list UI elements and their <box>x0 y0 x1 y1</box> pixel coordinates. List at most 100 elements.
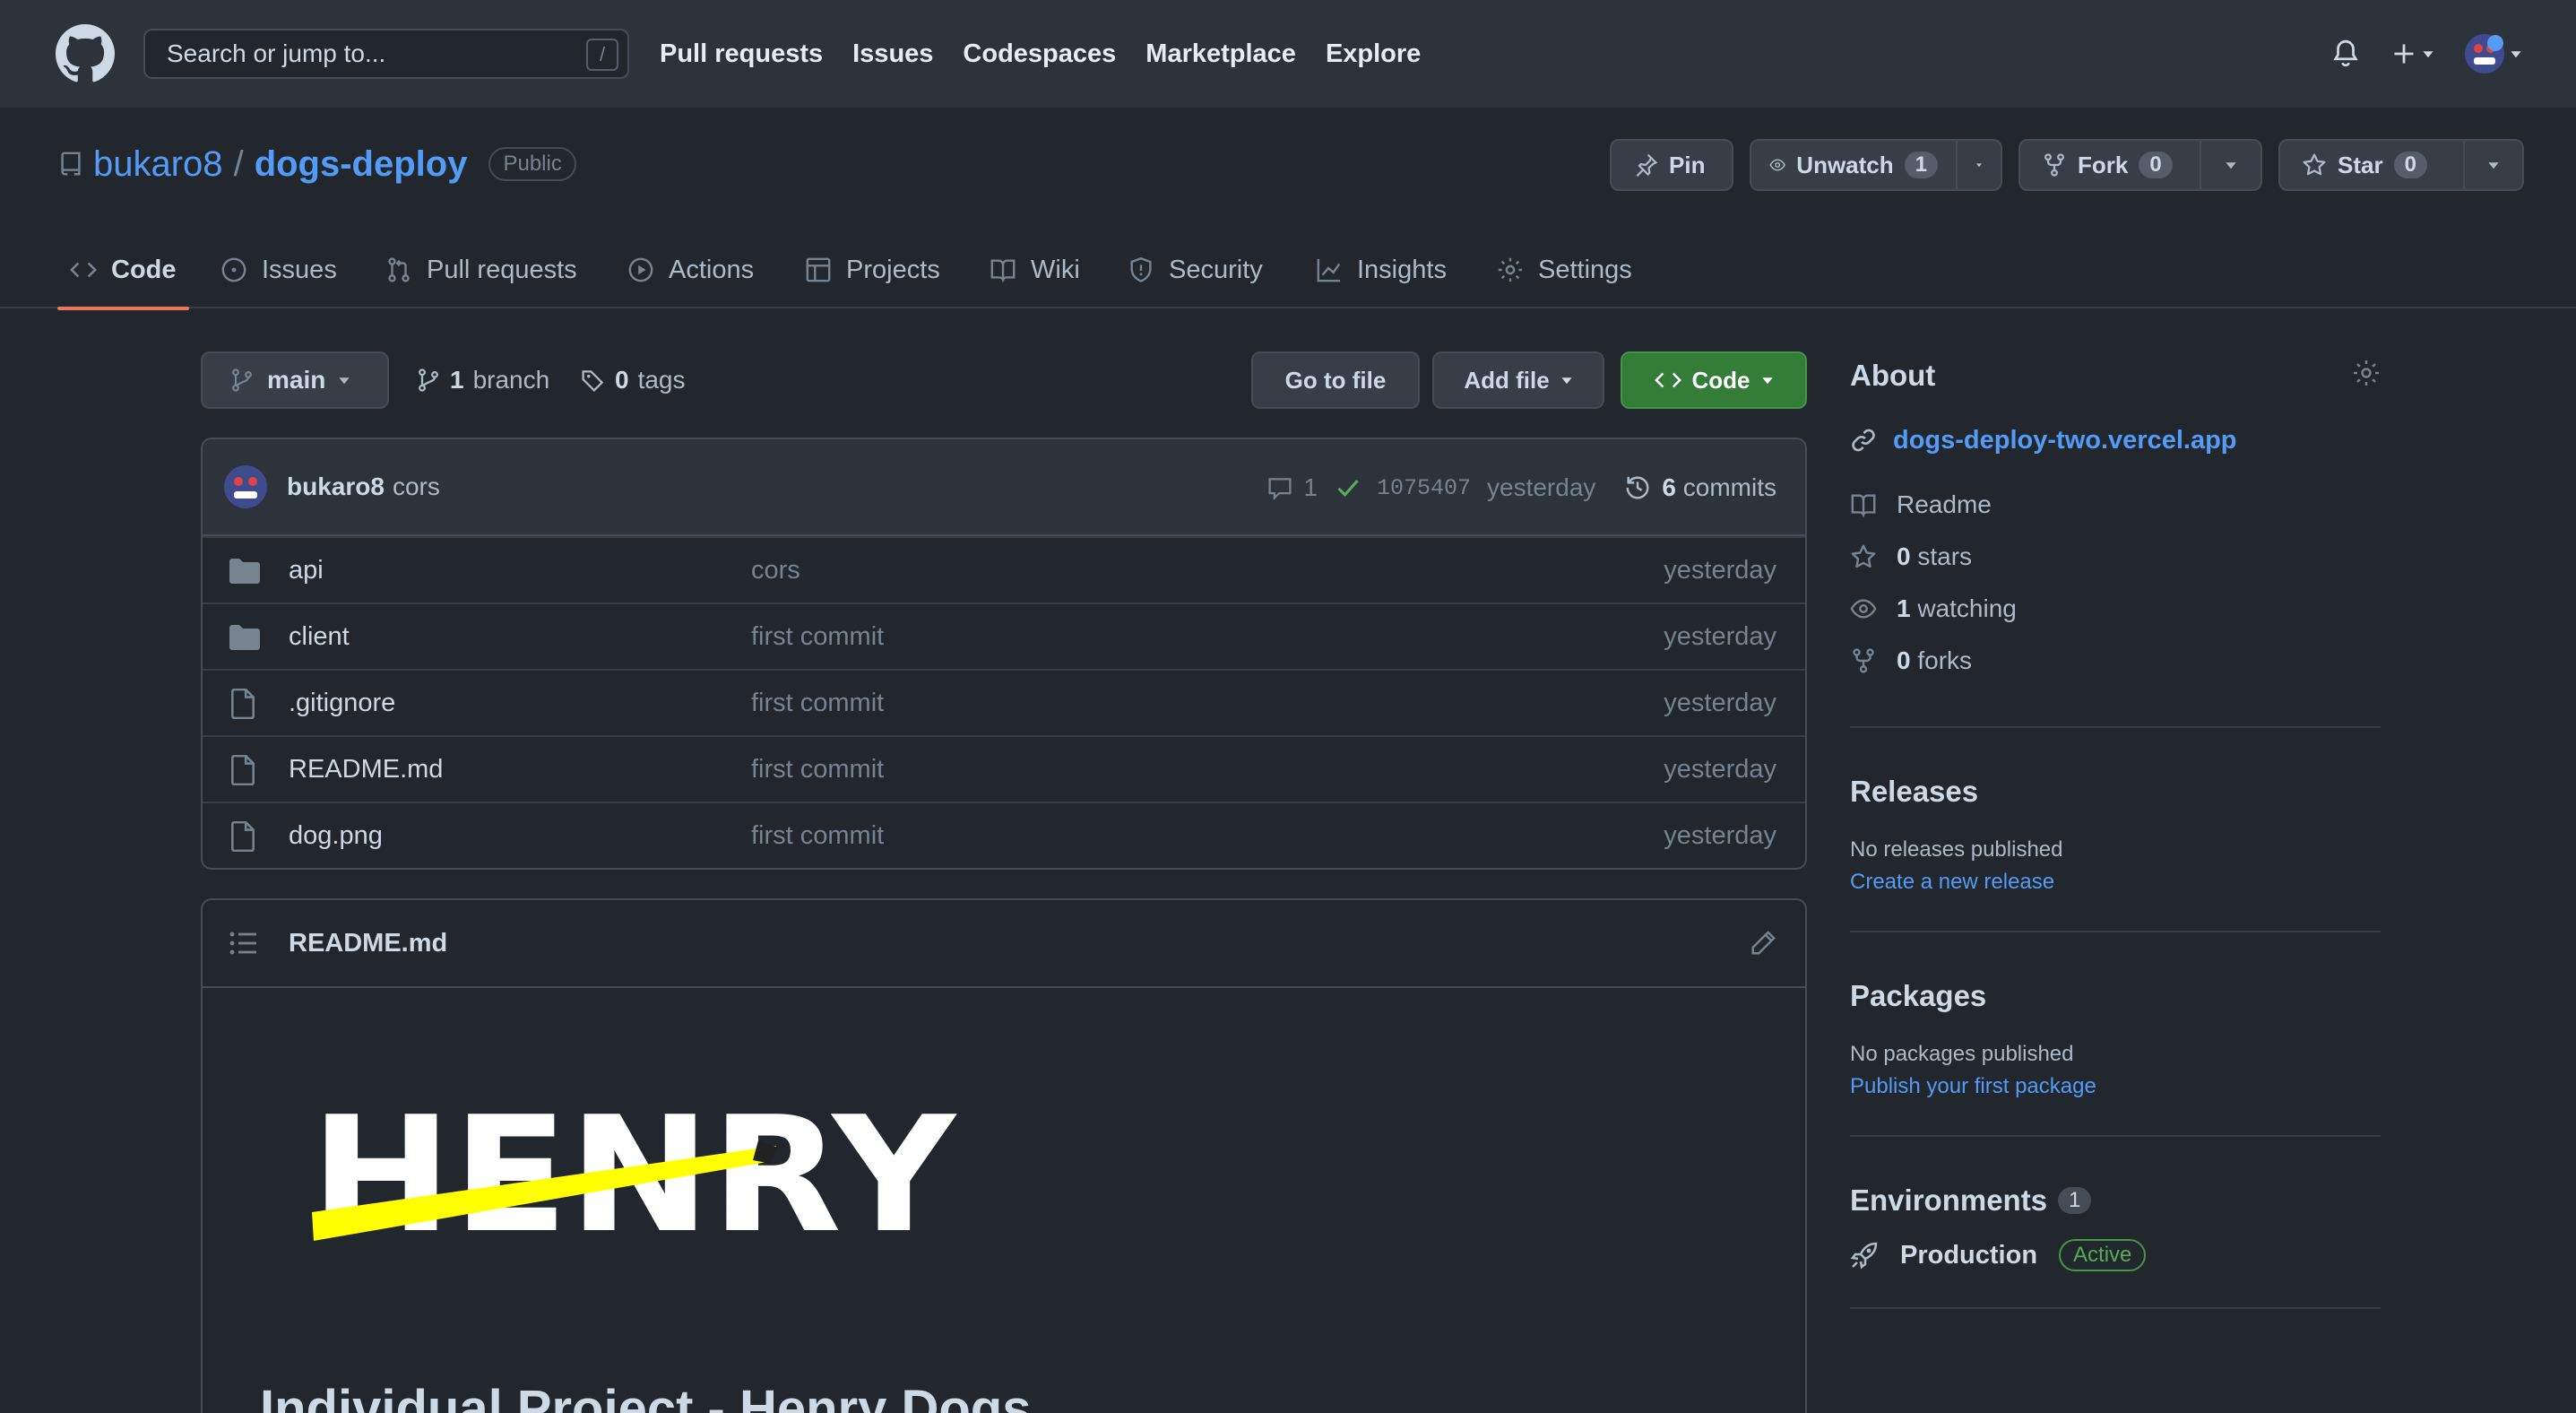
latest-commit-bar: bukaro8 cors 1 1075407 yesterday 6 commi… <box>203 439 1805 536</box>
publish-package-link[interactable]: Publish your first package <box>1850 1074 2381 1099</box>
global-header: Search or jump to... / Pull requests Iss… <box>0 0 2576 108</box>
website-link[interactable]: dogs-deploy-two.vercel.app <box>1893 426 2237 455</box>
readme-filename[interactable]: README.md <box>289 929 447 958</box>
file-commit-message[interactable]: first commit <box>751 622 884 652</box>
commit-sha[interactable]: 1075407 <box>1377 475 1471 501</box>
tab-actions[interactable]: Actions <box>627 231 754 308</box>
file-name[interactable]: client <box>289 622 350 652</box>
tag-count-label: tags <box>637 366 686 394</box>
pin-button[interactable]: Pin <box>1610 139 1733 191</box>
readme-heading: Individual Project - Henry Dogs <box>260 1380 1032 1413</box>
fork-dropdown[interactable] <box>2201 139 2262 191</box>
releases-section: Releases No releases published Create a … <box>1850 775 2381 895</box>
releases-title[interactable]: Releases <box>1850 775 2381 809</box>
repo-name-link[interactable]: dogs-deploy <box>255 144 468 185</box>
readme-link[interactable]: Readme <box>1850 479 2381 531</box>
repo-sidebar: About dogs-deploy-two.vercel.app Readme … <box>1850 351 2381 1309</box>
file-icon <box>229 689 256 719</box>
commit-message[interactable]: cors <box>393 472 440 501</box>
stars-link[interactable]: 0 stars <box>1850 531 2381 583</box>
history-icon <box>1626 476 1649 499</box>
file-name[interactable]: api <box>289 556 324 585</box>
search-shortcut-key: / <box>586 39 618 71</box>
github-logo-icon[interactable] <box>56 24 115 83</box>
file-commit-message[interactable]: first commit <box>751 755 884 785</box>
tab-settings[interactable]: Settings <box>1497 231 1632 308</box>
environment-production-link[interactable]: Production <box>1900 1241 2037 1270</box>
caret-down-icon <box>339 377 350 385</box>
tab-insights[interactable]: Insights <box>1316 231 1447 308</box>
packages-empty-text: No packages published <box>1850 1042 2074 1066</box>
file-commit-message[interactable]: cors <box>751 556 800 585</box>
file-commit-message[interactable]: first commit <box>751 689 884 718</box>
branch-select-button[interactable]: main <box>201 351 389 409</box>
create-new-dropdown[interactable] <box>2391 41 2434 66</box>
commit-history-link[interactable]: 6 commits <box>1662 473 1776 502</box>
watch-dropdown[interactable] <box>1958 139 2002 191</box>
branches-link[interactable]: 1 branch <box>416 351 549 409</box>
forks-link[interactable]: 0 forks <box>1850 635 2381 687</box>
code-icon <box>1654 372 1681 388</box>
fork-button[interactable]: Fork 0 <box>2018 139 2201 191</box>
commit-author[interactable]: bukaro8 <box>287 472 385 501</box>
packages-title[interactable]: Packages <box>1850 979 2381 1013</box>
search-input[interactable]: Search or jump to... / <box>143 29 629 79</box>
comment-count[interactable]: 1 <box>1303 473 1318 502</box>
comment-icon <box>1268 478 1292 500</box>
gear-icon[interactable] <box>2352 359 2381 387</box>
watch-count: 1 <box>1904 152 1938 178</box>
about-header: About <box>1850 351 2381 405</box>
file-row[interactable]: api cors yesterday <box>203 536 1805 602</box>
tab-code[interactable]: Code <box>57 231 188 310</box>
add-file-button[interactable]: Add file <box>1432 351 1604 409</box>
tab-insights-label: Insights <box>1357 255 1447 284</box>
file-row[interactable]: client first commit yesterday <box>203 602 1805 669</box>
environments-title[interactable]: Environments <box>1850 1183 2047 1218</box>
top-nav: Pull requests Issues Codespaces Marketpl… <box>660 0 1421 108</box>
branch-icon <box>419 368 438 392</box>
unwatch-button[interactable]: Unwatch 1 <box>1750 139 1958 191</box>
pin-icon <box>1636 153 1658 178</box>
user-avatar <box>2465 34 2504 74</box>
notification-bell-icon[interactable] <box>2330 39 2361 69</box>
file-name[interactable]: dog.png <box>289 821 383 851</box>
watching-count: 1 <box>1897 594 1911 622</box>
nav-codespaces[interactable]: Codespaces <box>963 39 1116 69</box>
tags-link[interactable]: 0 tags <box>581 351 686 409</box>
environments-section: Environments 1 Production Active <box>1850 1183 2381 1271</box>
user-menu[interactable] <box>2465 34 2522 74</box>
caret-down-icon <box>1561 377 1572 385</box>
search-placeholder: Search or jump to... <box>167 39 386 67</box>
pin-label: Pin <box>1669 151 1706 178</box>
star-dropdown[interactable] <box>2465 139 2524 191</box>
tab-issues[interactable]: Issues <box>220 231 337 308</box>
tab-wiki[interactable]: Wiki <box>990 231 1080 308</box>
nav-pull-requests[interactable]: Pull requests <box>660 39 823 69</box>
list-unordered-icon[interactable] <box>229 931 258 956</box>
repo-owner-link[interactable]: bukaro8 <box>93 144 223 185</box>
go-to-file-button[interactable]: Go to file <box>1251 351 1420 409</box>
file-row[interactable]: dog.png first commit yesterday <box>203 802 1805 868</box>
file-name[interactable]: README.md <box>289 755 443 785</box>
nav-marketplace[interactable]: Marketplace <box>1145 39 1296 69</box>
tab-projects[interactable]: Projects <box>805 231 940 308</box>
tab-security[interactable]: Security <box>1128 231 1263 308</box>
file-row[interactable]: README.md first commit yesterday <box>203 735 1805 802</box>
file-name[interactable]: .gitignore <box>289 689 395 718</box>
commit-author-avatar[interactable] <box>224 465 267 508</box>
nav-issues[interactable]: Issues <box>852 39 933 69</box>
file-commit-message[interactable]: first commit <box>751 821 884 851</box>
plus-icon <box>2394 44 2414 64</box>
tab-issues-label: Issues <box>262 255 337 284</box>
watching-link[interactable]: 1 watching <box>1850 583 2381 635</box>
tab-pull-requests[interactable]: Pull requests <box>385 231 577 308</box>
pencil-icon[interactable] <box>1750 930 1776 957</box>
nav-explore[interactable]: Explore <box>1326 39 1421 69</box>
add-file-label: Add file <box>1464 366 1550 394</box>
code-dropdown-button[interactable]: Code <box>1621 351 1807 409</box>
create-release-link[interactable]: Create a new release <box>1850 870 2381 895</box>
book-icon <box>1851 494 1876 518</box>
file-row[interactable]: .gitignore first commit yesterday <box>203 669 1805 735</box>
star-button[interactable]: Star 0 <box>2278 139 2465 191</box>
website-row: dogs-deploy-two.vercel.app <box>1850 416 2381 464</box>
